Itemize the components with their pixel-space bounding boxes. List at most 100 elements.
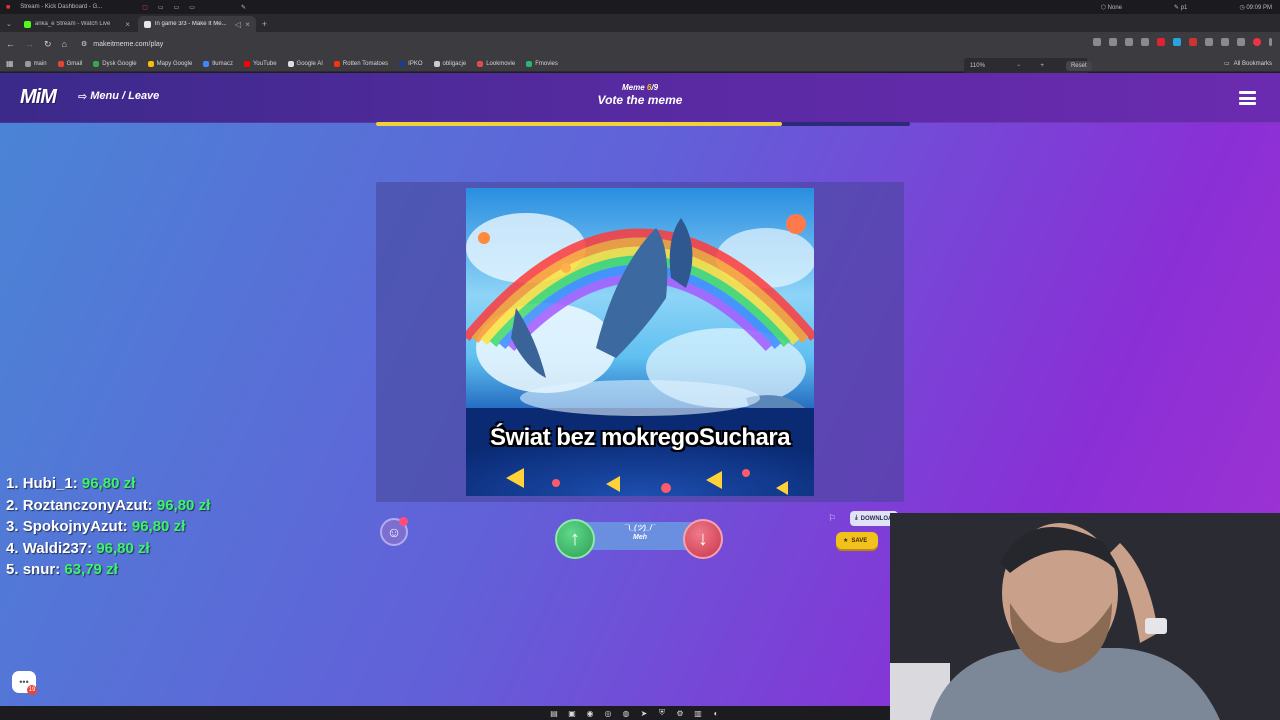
bookmark-item[interactable]: main [24,60,47,67]
extension-icon-2[interactable] [1173,38,1181,46]
close-tab-icon[interactable]: × [125,20,130,29]
steam-icon[interactable]: ◉ [584,707,596,719]
meme-image: Świat bez mokregoSuchara [466,188,814,496]
record-icon[interactable]: ▢ [142,4,148,11]
vote-bar: ¯\_(ツ)_/¯ Meh ↑ ↓ [551,519,729,559]
save-button[interactable]: ★ SAVE [836,532,878,549]
tab-label: anka_e Stream - Watch Live [34,21,111,27]
leaderboard-row: 3. SpokojnyAzut: 96,80 zł [6,516,210,538]
url-field[interactable]: ⚙ makeitmeme.com/play [81,40,163,49]
discord-icon[interactable]: ◍ [620,707,632,719]
bookmark-item[interactable]: Mapy Google [147,60,193,67]
meh-face: ¯\_(ツ)_/¯ [624,525,656,532]
bookmark-item[interactable]: Gmail [57,60,83,67]
monitor-icon-2[interactable]: ▭ [174,4,180,11]
terminal-icon[interactable]: ▣ [566,707,578,719]
reaction-emoji-button[interactable]: ☺ [380,517,408,546]
arrow-down-icon: ↓ [698,527,708,550]
bookmark-favicon-icon [399,60,406,67]
cast-icon[interactable] [1125,38,1133,46]
chat-dots-icon: ••• [19,677,29,687]
bookmark-item[interactable]: tłumacz [203,60,233,67]
reaction-badge [399,517,408,526]
bookmark-item[interactable]: IPKO [399,60,423,67]
profile-avatar[interactable] [1253,38,1261,46]
notes-icon[interactable]: ▥ [692,707,704,719]
download-icon[interactable] [1237,38,1245,46]
bookmark-item[interactable]: Lookmovie [477,60,515,67]
extension-icon-1[interactable] [1157,38,1165,46]
bookmark-favicon-icon [526,60,533,67]
meme-card: Świat bez mokregoSuchara [376,182,904,502]
zoom-out-button[interactable]: − [1017,63,1021,69]
bookmark-label: Dysk Google [102,60,137,67]
chat-bubble-icon[interactable]: ••• 19 [12,671,37,695]
bookmark-label: Mapy Google [156,60,193,67]
tab-make-it-meme[interactable]: In game 3/3 - Make It Me... ◁ × [137,16,256,32]
status-p1[interactable]: ✎ p1 [1174,4,1187,11]
exit-icon: ⇨ [78,91,88,103]
obs-icon[interactable]: ◐ [710,707,722,719]
all-bookmarks-button[interactable]: ▭ All Bookmarks [1224,60,1272,68]
mute-icon[interactable] [1093,38,1101,46]
download-icon: ⤓ [855,515,858,521]
tab-list-icon[interactable]: ⌄ [0,20,16,32]
clock[interactable]: ◷ 09:09 PM [1239,4,1272,11]
site-info-icon[interactable]: ⚙ [81,40,87,48]
apps-grid-icon[interactable]: ▦ [6,59,14,68]
shield-icon[interactable]: ⛨ [656,707,668,719]
kick-favicon-icon [23,20,31,28]
leaderboard-row: 4. Waldi237: 96,80 zł [6,538,210,560]
bookmark-item[interactable]: obligacje [433,60,466,67]
monitor-icon[interactable]: ▭ [158,4,164,11]
pen-icon[interactable]: ✎ [241,4,246,11]
bookmark-label: Fmovies [535,60,558,67]
extensions-puzzle-icon[interactable] [1205,38,1213,46]
zoom-icon[interactable] [1109,38,1117,46]
settings-icon[interactable]: ⚙ [674,707,686,719]
bookmark-item[interactable]: YouTube [243,60,277,67]
forward-icon[interactable]: → [25,39,34,50]
menu-leave-button[interactable]: ⇨ Menu / Leave [78,90,159,103]
monitor-icon-3[interactable]: ▭ [189,4,195,11]
upvote-button[interactable]: ↑ [555,519,595,559]
new-tab-icon[interactable]: + [256,19,273,32]
extension-icon-3[interactable] [1189,38,1197,46]
bookmark-favicon-icon [333,60,340,67]
star-icon[interactable] [1141,38,1149,46]
tab-label: In game 3/3 - Make It Me... [154,21,227,27]
status-none[interactable]: ⬡ None [1101,4,1122,11]
more-menu-icon[interactable] [1269,38,1272,46]
bookmark-favicon-icon [243,60,250,67]
bookmark-label: Gmail [66,60,83,67]
bookmark-favicon-icon [24,60,31,67]
app-menu-icon[interactable]: ■ [6,4,10,11]
home-icon[interactable]: ⌂ [62,39,67,50]
files-icon[interactable]: ▤ [548,707,560,719]
back-icon[interactable]: ← [6,39,15,50]
bookmark-item[interactable]: Dysk Google [93,60,137,67]
taskbar-icons: ▤ ▣ ◉ ◎ ◍ ➤ ⛨ ⚙ ▥ ◐ [548,706,722,720]
tab-kick-stream[interactable]: anka_e Stream - Watch Live × [18,16,136,32]
bookmark-item[interactable]: Rotten Tomatoes [333,60,388,67]
sidebar-icon[interactable] [1221,38,1229,46]
zoom-reset-button[interactable]: Reset [1065,61,1092,71]
reload-icon[interactable]: ↻ [44,39,52,50]
bookmark-item[interactable]: Google AI [287,60,323,67]
hamburger-menu-icon[interactable] [1239,91,1256,105]
chrome-icon[interactable]: ◎ [602,707,614,719]
extensions-area [1093,38,1272,46]
leader-name: Waldi237: [22,539,93,557]
leader-rank: 1. [6,475,19,492]
report-flag-icon[interactable]: ⚐ [828,513,836,524]
close-tab-icon[interactable]: × [245,20,250,29]
telegram-icon[interactable]: ➤ [638,707,650,719]
mim-logo[interactable]: MiM [20,86,57,109]
bookmark-item[interactable]: Fmovies [526,60,558,67]
zoom-in-button[interactable]: + [1040,63,1044,69]
progress-fill [376,122,782,126]
bookmark-favicon-icon [147,60,154,67]
mute-tab-icon[interactable]: ◁ [235,20,241,29]
downvote-button[interactable]: ↓ [683,519,723,559]
app-header: MiM ⇨ Menu / Leave Meme 6/9 Vote the mem… [0,73,1280,126]
